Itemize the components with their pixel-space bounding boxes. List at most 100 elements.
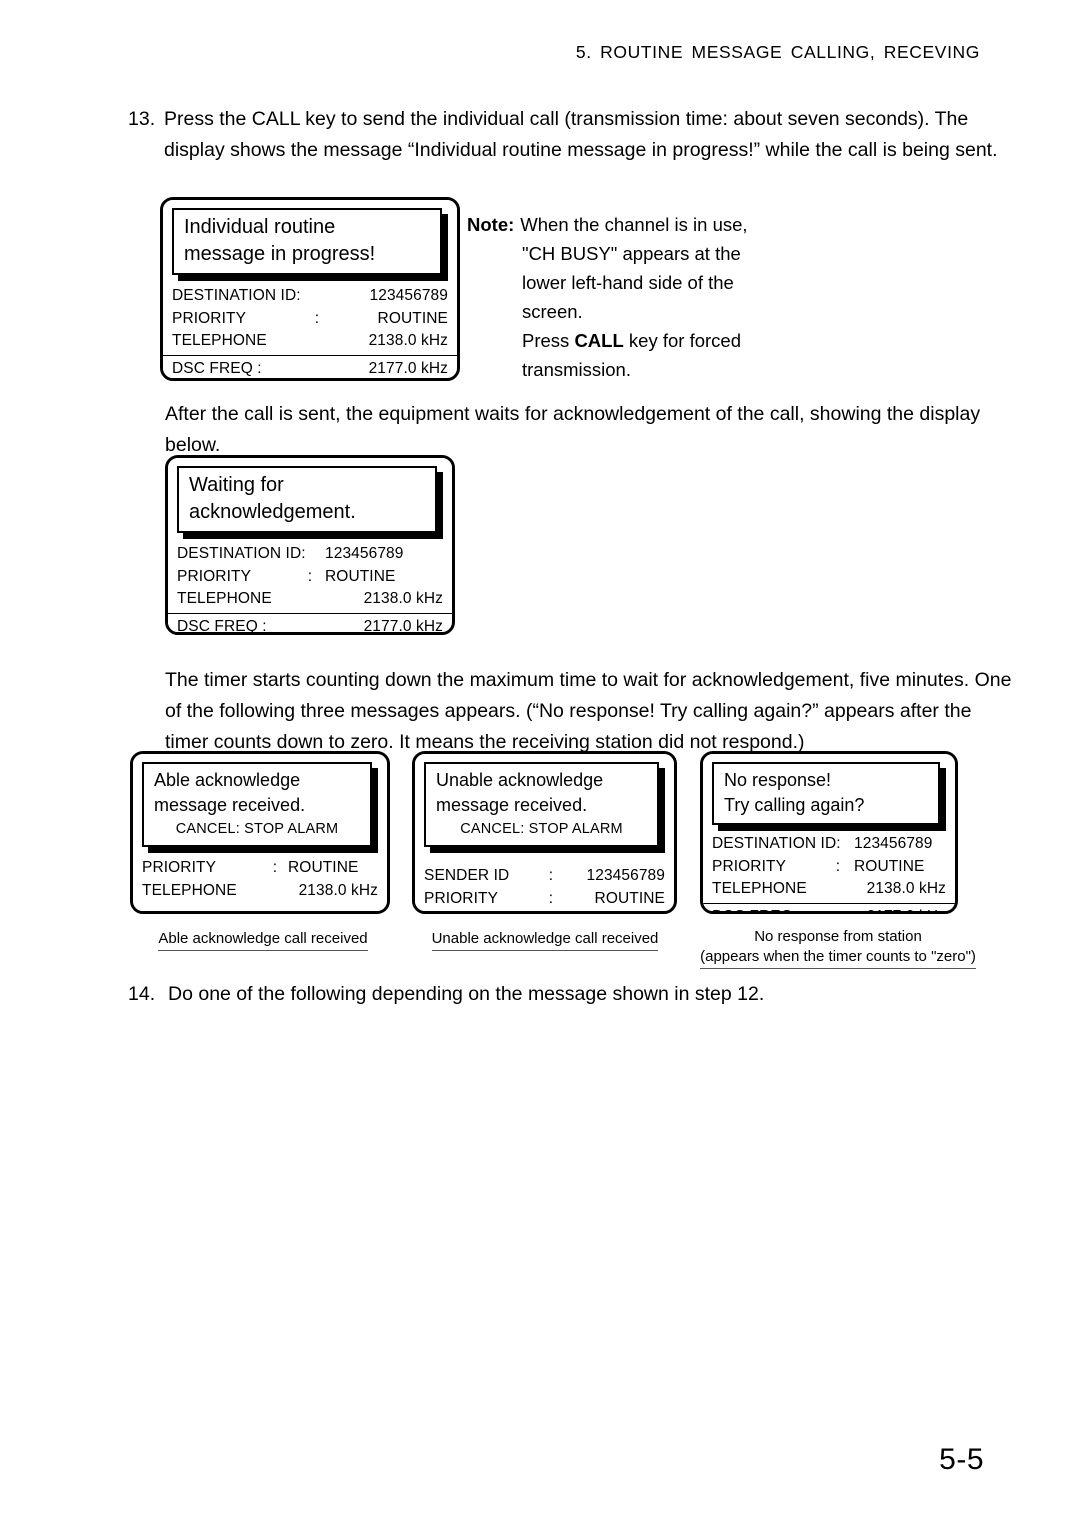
page-number: 5-5 [939,1443,984,1476]
caption-text: Unable acknowledge call received [431,929,659,951]
row-label: DSC FREQ [712,906,812,912]
row-value: 2177.0 kHz [844,906,946,912]
note-line-1: When the channel is in use, [520,214,748,235]
row-colon: : [548,867,554,884]
row-label: DESTINATION ID: [177,545,306,562]
lcd-screen-no-response: No response! Try calling again? DESTINAT… [703,754,955,911]
lcd-separator [163,354,457,356]
popup-message-in-progress: Individual routine message in progress! [172,208,442,275]
row-colon: : [314,309,320,327]
row-label: PRIORITY [172,309,247,327]
row-destination-id: DESTINATION ID: 123456789 [172,285,448,308]
lcd-screen-able-acknowledge: Able acknowledge message received. CANCE… [133,754,387,911]
row-colon: : [548,889,554,907]
caption-text: Able acknowledge call received [158,929,368,951]
row-dsc-freq: DSC FREQ : 2177.0 kHz [712,906,946,912]
note-line-4: screen. [522,301,583,322]
row-label: PRIORITY [142,859,217,876]
lcd-panel-no-response: No response! Try calling again? DESTINAT… [700,751,958,914]
row-priority: PRIORITY : ROUTINE [172,308,448,331]
note-line-3: lower left-hand side of the [522,272,734,293]
row-label: DESTINATION ID: [172,287,301,304]
row-telephone: TELEPHONE 2138.0 kHz [712,878,946,901]
note-line-5: Press CALL key for forced [467,326,797,355]
row-value: 2138.0 kHz [363,590,443,607]
note-line-2: "CH BUSY" appears at the [522,243,741,264]
popup-message-unable-acknowledge: Unable acknowledge message received. CAN… [424,762,659,847]
row-colon: : [307,567,313,585]
lcd-panel-waiting: Waiting for acknowledgement. DESTINATION… [165,455,455,635]
popup-line-1: No response! [724,770,832,790]
popup-line-2: message in progress! [184,243,376,265]
row-label: DSC FREQ : [177,617,267,635]
row-value: ROUTINE [325,567,396,585]
lcd-separator [415,913,674,914]
row-value: 2138.0 kHz [866,880,946,897]
caption-able-acknowledge: Able acknowledge call received [118,929,408,951]
row-priority: PRIORITY : ROUTINE [142,857,378,880]
row-label: TELEPHONE [172,332,267,349]
note-lead-label: Note: [467,214,515,235]
row-label: TELEPHONE [712,880,807,897]
lcd-panel-able-acknowledge: Able acknowledge message received. CANCE… [130,751,390,914]
lcd-panel-in-progress: Individual routine message in progress! … [160,197,460,381]
row-label: TELEPHONE [177,590,272,607]
row-telephone: TELEPHONE 2138.0 kHz [177,588,443,611]
lcd-field-rows-able: PRIORITY : ROUTINE TELEPHONE 2138.0 kHz [142,857,378,902]
row-colon: : [812,906,844,912]
caption-line-1: No response from station [754,928,922,945]
row-label: PRIORITY [712,857,787,875]
row-destination-id: DESTINATION ID: 123456789 [177,543,443,566]
row-label: PRIORITY [177,567,252,585]
step-13-number: 13. [128,108,156,130]
row-telephone: TELEPHONE 2138.0 kHz [142,880,378,903]
popup-line-2: Try calling again? [724,795,865,815]
caption-line-2-text: (appears when the timer counts to "zero"… [700,947,976,969]
note-line-5-post: key for forced [623,330,741,351]
lcd-separator [168,612,452,614]
lcd-field-rows-unable: SENDER ID : 123456789 PRIORITY : ROUTINE [424,865,665,910]
popup-message-no-response: No response! Try calling again? [712,762,940,825]
row-dsc-freq: DSC FREQ : 2177.0 kHz [177,616,443,635]
row-value: ROUTINE [594,889,665,907]
running-header: 5. ROUTINE MESSAGE CALLING, RECEVING [575,42,980,62]
row-colon: : [835,857,841,875]
step-14-number: 14. [128,983,156,1005]
lcd-separator [703,902,955,904]
step-14: 14. Do one of the following depending on… [128,979,1008,1010]
popup-line-2: message received. [154,795,306,815]
caption-unable-acknowledge: Unable acknowledge call received [400,929,690,951]
step-13-text: Press the CALL key to send the individua… [164,108,998,161]
lcd-screen-unable-acknowledge: Unable acknowledge message received. CAN… [415,754,674,911]
row-label: SENDER ID [424,867,510,884]
paragraph-timer: The timer starts counting down the maxim… [165,669,1012,753]
row-destination-id: DESTINATION ID: 123456789 [712,833,946,856]
row-value: ROUTINE [377,309,448,327]
row-dsc-freq: DSC FREQ : 2177.0 kHz [172,358,448,379]
lcd-field-rows-waiting: DESTINATION ID: 123456789 PRIORITY : ROU… [177,543,443,611]
popup-line-1: Able acknowledge [154,770,301,790]
popup-line-1: Unable acknowledge [436,770,604,790]
step-14-text: Do one of the following depending on the… [168,983,765,1005]
row-value: 123456789 [325,545,404,562]
row-value: 123456789 [854,835,933,852]
row-sender-id: SENDER ID : 123456789 [424,865,665,888]
popup-line-2: acknowledgement. [189,501,356,523]
row-priority: PRIORITY : ROUTINE [424,888,665,911]
row-value: ROUTINE [854,857,925,875]
paragraph-after-call-sent: After the call is sent, the equipment wa… [165,403,981,456]
caption-line-2: (appears when the timer counts to "zero"… [688,947,988,969]
lcd-panel-unable-acknowledge: Unable acknowledge message received. CAN… [412,751,677,914]
popup-message-able-acknowledge: Able acknowledge message received. CANCE… [142,762,372,847]
lcd-field-rows-in-progress: DESTINATION ID: 123456789 PRIORITY : ROU… [172,285,448,353]
row-value: ROUTINE [288,859,359,876]
popup-line-1: Individual routine [184,216,336,238]
popup-cancel-hint: CANCEL: STOP ALARM [460,821,623,837]
row-value: 2138.0 kHz [298,881,378,899]
row-value: 2177.0 kHz [368,359,448,377]
note-block: Note: When the channel is in use, "CH BU… [467,210,797,384]
popup-message-waiting: Waiting for acknowledgement. [177,466,437,533]
row-telephone: TELEPHONE 2138.0 kHz [172,330,448,353]
lcd-screen-waiting: Waiting for acknowledgement. DESTINATION… [168,458,452,632]
row-label: DSC FREQ : [172,359,262,377]
